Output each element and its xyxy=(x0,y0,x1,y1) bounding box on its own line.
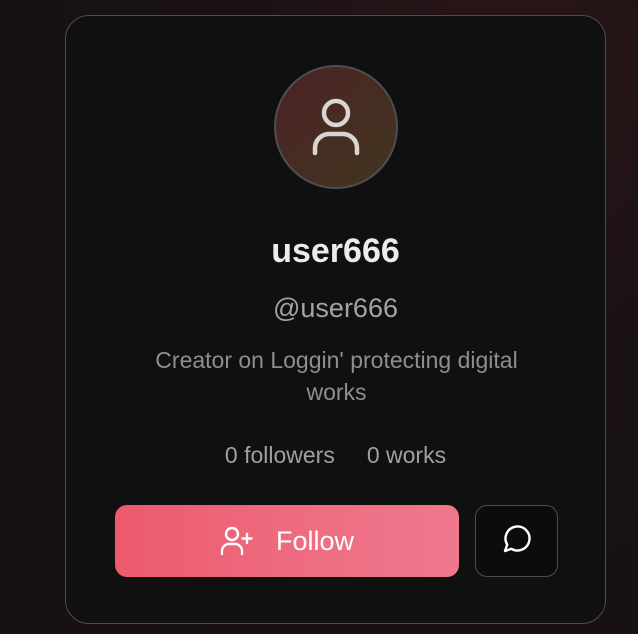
works-count[interactable]: 0 works xyxy=(367,440,446,470)
profile-bio: Creator on Loggin' protecting digital wo… xyxy=(155,347,518,405)
message-circle-icon xyxy=(501,523,533,560)
display-name: user666 xyxy=(271,232,400,270)
follow-button[interactable]: Follow xyxy=(115,505,459,577)
profile-stats: 0 followers 0 works xyxy=(66,440,605,470)
follow-button-label: Follow xyxy=(275,526,355,556)
avatar xyxy=(274,65,398,189)
message-button[interactable] xyxy=(475,505,558,577)
followers-count[interactable]: 0 followers xyxy=(225,440,335,470)
username-handle: @user666 xyxy=(273,293,398,323)
user-plus-icon xyxy=(220,526,254,556)
profile-card: user666 @user666 Creator on Loggin' prot… xyxy=(65,15,606,624)
user-icon xyxy=(312,98,360,156)
